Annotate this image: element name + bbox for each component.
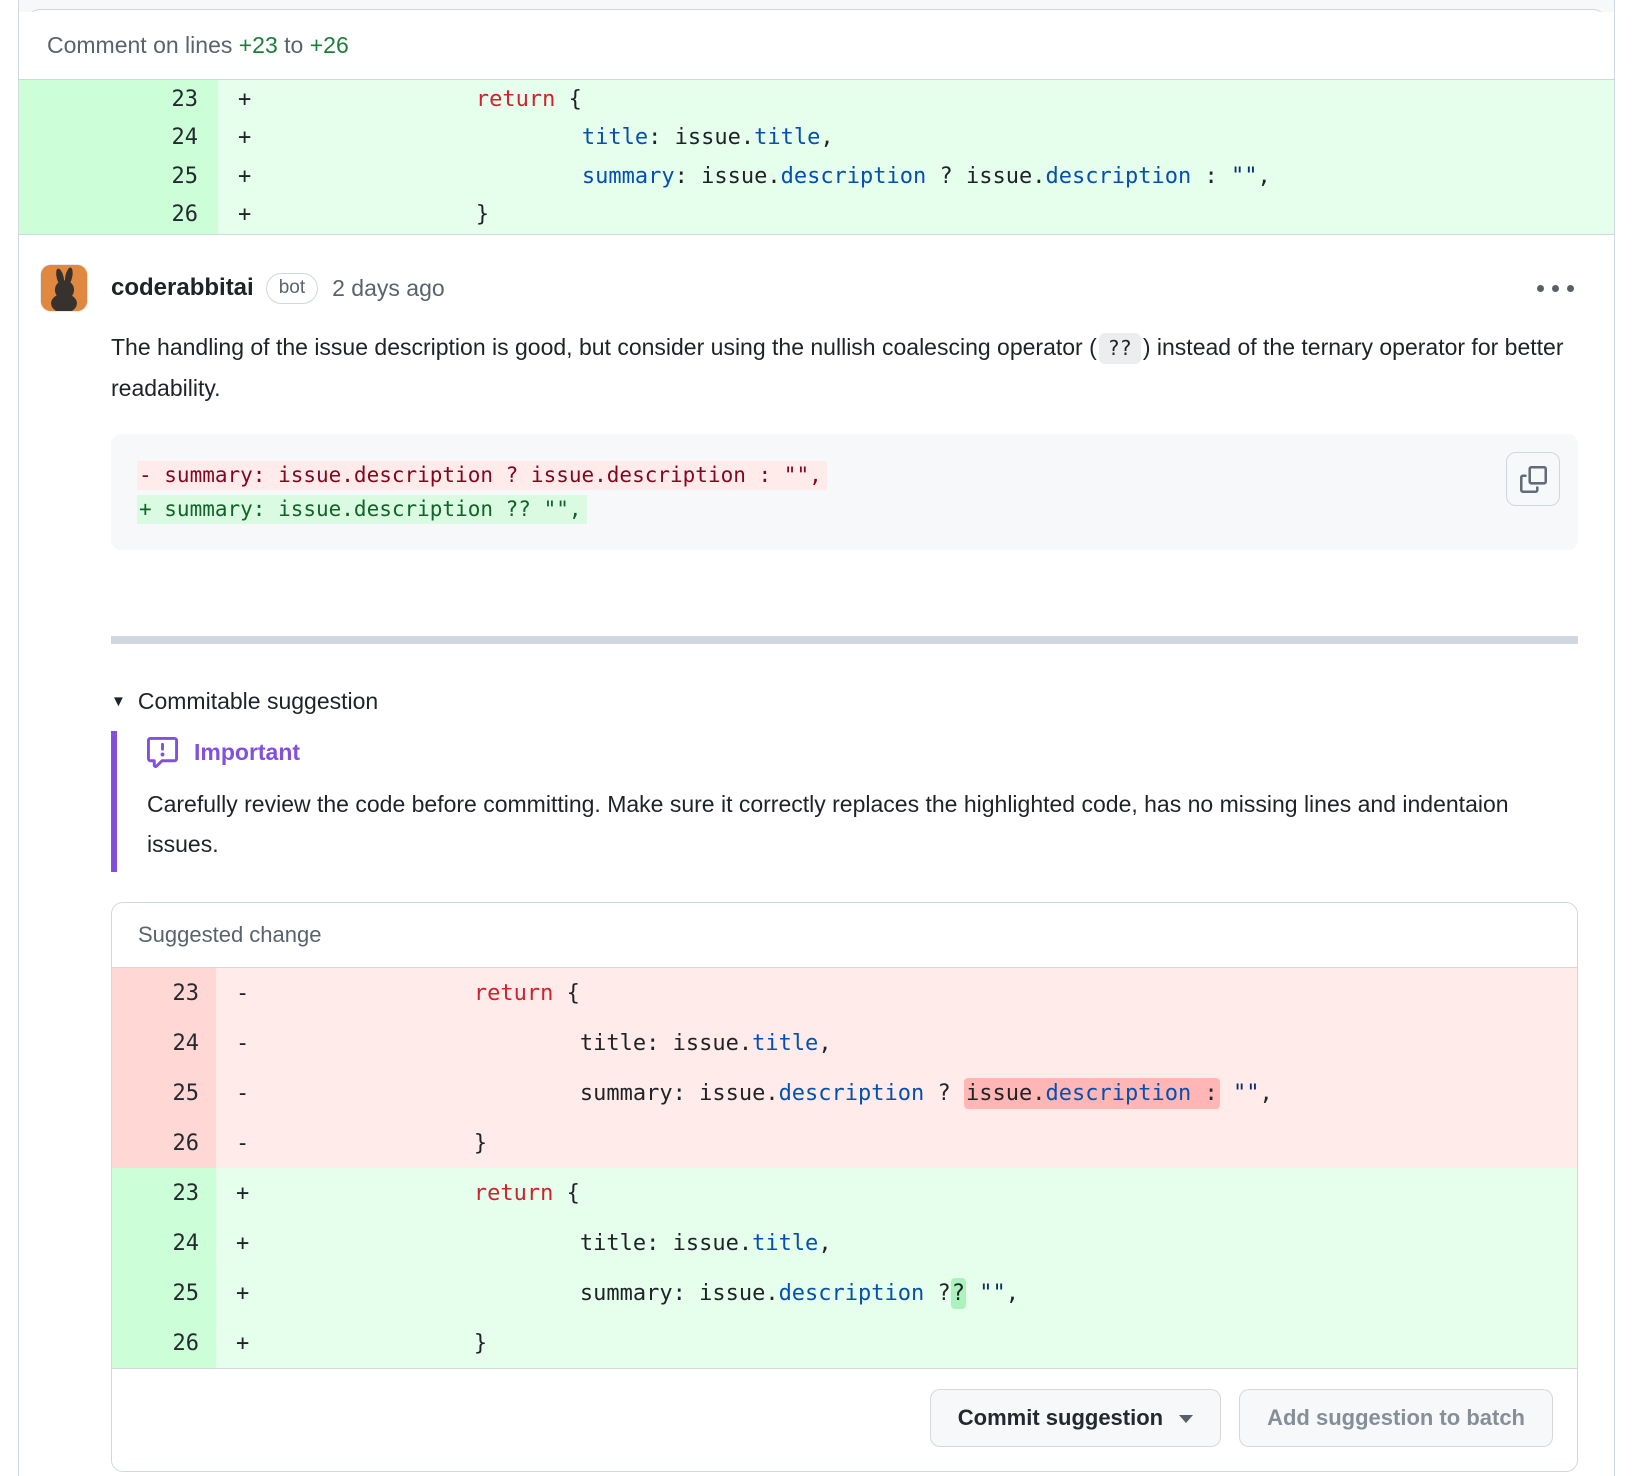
code-text: } [264,202,489,227]
comment-timestamp[interactable]: 2 days ago [332,275,445,302]
snippet-added-line: + summary: issue.description ?? "", [137,492,1552,526]
comment-text-before: The handling of the issue description is… [111,334,1097,360]
thread-header-strip [19,0,1614,12]
divider [111,636,1578,644]
chevron-down-icon [1179,1415,1193,1423]
important-label: Important [194,739,300,766]
diff-sign: + [238,125,264,150]
important-callout: Important Carefully review the code befo… [111,731,1578,872]
copy-icon [1520,466,1547,493]
snippet-deleted-line: - summary: issue.description ? issue.des… [137,458,1552,492]
suggested-change-box: Suggested change 23- return {24- title: … [111,902,1578,1472]
diff-sign: + [238,202,264,227]
code-text: title: issue.title, [262,1231,832,1256]
diff-line-add-24: 24 + title: issue.title, [112,1218,1577,1268]
diff-line-add-26: 26 + } [19,196,1614,235]
diff-line-add-24: 24 + title: issue.title, [19,119,1614,158]
review-comment: coderabbitai bot 2 days ago The handling… [19,235,1614,1472]
line-number[interactable]: 23 [19,80,218,119]
code-text: return { [264,87,582,112]
diff-line-add-26: 26 + } [112,1318,1577,1368]
line-number[interactable]: 24 [112,1018,216,1068]
important-callout-text: Carefully review the code before committ… [147,784,1542,864]
commitable-suggestion-label: Commitable suggestion [138,688,378,715]
line-number[interactable]: 26 [19,196,218,235]
review-thread-card: Comment on lines +23 to +26 23 + return {… [18,0,1615,1476]
diff-sign: + [238,164,264,189]
code-text: return { [262,981,580,1006]
line-ref-from: +23 [239,32,278,58]
suggested-change-title: Suggested change [112,903,1577,968]
code-text: summary: issue.description ? issue.descr… [264,164,1271,189]
inline-code-nullish-operator: ?? [1099,333,1141,364]
line-number[interactable]: 23 [112,968,216,1018]
diff-line-add-23: 23 + return { [112,1168,1577,1218]
avatar[interactable] [41,265,87,311]
commitable-suggestion-toggle[interactable]: ▼ Commitable suggestion [111,688,378,715]
line-number[interactable]: 24 [19,119,218,158]
diff-line-del-26: 26- } [112,1118,1577,1168]
suggested-change-diff: 23- return {24- title: issue.title,25- s… [112,968,1577,1368]
commit-suggestion-button[interactable]: Commit suggestion [930,1389,1221,1447]
diff-sign: - [236,1131,262,1156]
commit-suggestion-label: Commit suggestion [958,1405,1163,1431]
comment-body: The handling of the issue description is… [111,327,1578,1472]
diff-sign: + [238,87,264,112]
diff-sign: - [236,981,262,1006]
diff-sign: + [236,1231,262,1256]
comment-lines-header: Comment on lines +23 to +26 [19,12,1614,80]
line-ref-to: +26 [310,32,349,58]
diff-sign: - [236,1031,262,1056]
line-number[interactable]: 25 [112,1068,216,1118]
diff-line-add-23: 23 + return { [19,80,1614,119]
suggestion-actions: Commit suggestion Add suggestion to batc… [112,1368,1577,1471]
line-number[interactable]: 23 [112,1168,216,1218]
line-number[interactable]: 26 [112,1318,216,1368]
line-number[interactable]: 26 [112,1118,216,1168]
bot-badge: bot [266,273,318,304]
important-callout-title: Important [147,737,1578,768]
line-number[interactable]: 25 [112,1268,216,1318]
diff-line-del-24: 24- title: issue.title, [112,1018,1577,1068]
copy-button[interactable] [1506,452,1560,506]
comment-author[interactable]: coderabbitai [111,274,254,302]
code-text: title: issue.title, [264,125,834,150]
diff-sign: + [236,1281,262,1306]
code-text: summary: issue.description ? issue.descr… [262,1081,1273,1106]
comment-text: The handling of the issue description is… [111,327,1578,408]
rabbit-logo-icon [41,265,87,311]
code-text: } [262,1331,487,1356]
comment-header: coderabbitai bot 2 days ago [41,265,1578,311]
code-text: return { [262,1181,580,1206]
diff-sign: + [236,1181,262,1206]
comment-lines-prefix: Comment on lines [47,32,239,58]
code-text: } [262,1131,487,1156]
diff-sign: + [236,1331,262,1356]
diff-line-del-25: 25- summary: issue.description ? issue.d… [112,1068,1577,1118]
add-suggestion-to-batch-button[interactable]: Add suggestion to batch [1239,1389,1553,1447]
kebab-menu-icon[interactable] [1533,275,1578,302]
diff-line-add-25: 25 + summary: issue.description ? issue.d… [19,157,1614,196]
diff-line-del-23: 23- return { [112,968,1577,1018]
referenced-diff-hunk: 23 + return { 24 + title: issue.title, 25 + s… [19,80,1614,235]
code-text: summary: issue.description ?? "", [262,1281,1019,1306]
report-icon [147,737,178,768]
code-text: title: issue.title, [262,1031,832,1056]
diff-snippet-block: - summary: issue.description ? issue.des… [111,434,1578,550]
diff-line-add-25: 25 + summary: issue.description ?? "", [112,1268,1577,1318]
line-number[interactable]: 25 [19,157,218,196]
line-number[interactable]: 24 [112,1218,216,1268]
comment-lines-separator: to [278,32,310,58]
triangle-down-icon: ▼ [111,693,126,710]
diff-sign: - [236,1081,262,1106]
